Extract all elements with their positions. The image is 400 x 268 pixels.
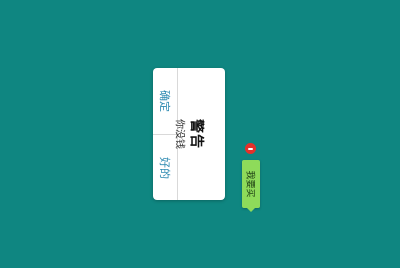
dialog-message: 你没钱 (173, 119, 185, 149)
minus-icon[interactable] (245, 143, 256, 154)
app-screen: 确定 好的 警告 你没钱 我要买 (0, 0, 400, 268)
minus-icon-bar (248, 147, 253, 150)
dialog-title: 警告 (188, 119, 204, 149)
buy-button[interactable]: 我要买 (242, 160, 260, 212)
buy-button-label: 我要买 (244, 170, 255, 198)
confirm-button-label: 确定 (158, 90, 171, 112)
ok-button-label: 好的 (158, 156, 171, 179)
